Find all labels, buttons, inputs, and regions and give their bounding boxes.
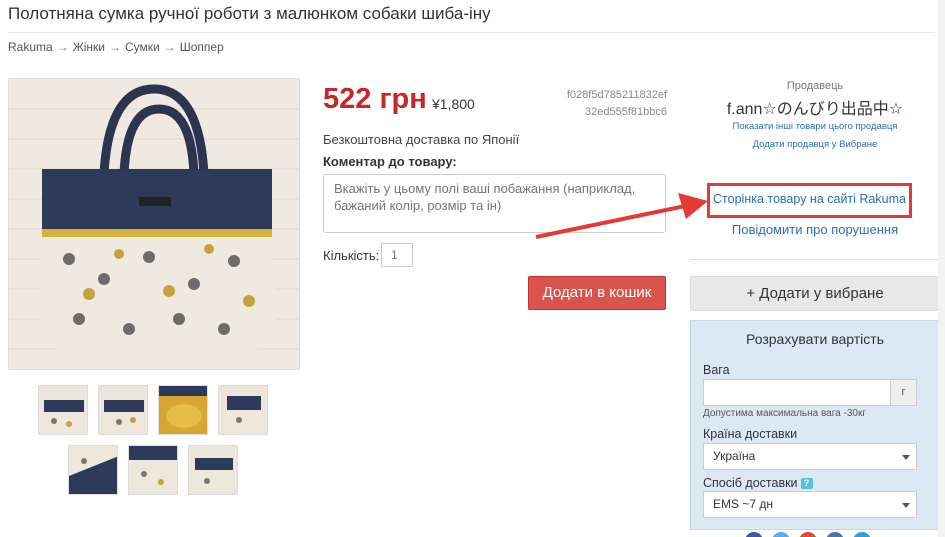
product-main-image[interactable]: [8, 78, 300, 370]
comment-label: Коментар до товару:: [323, 154, 457, 169]
breadcrumb-item-bags[interactable]: Сумки: [125, 40, 160, 54]
quantity-input[interactable]: 1: [381, 243, 413, 267]
chevron-down-icon: [902, 455, 910, 460]
thumbnail-3[interactable]: [158, 385, 208, 435]
thumbnail-2[interactable]: [98, 385, 148, 435]
delivery-method-value: EMS ~7 дн: [713, 497, 773, 511]
breadcrumb-item-shopper: Шоппер: [179, 40, 224, 54]
page-title: Полотняна сумка ручної роботи з малюнком…: [8, 4, 491, 23]
thumbnail-4[interactable]: [218, 385, 268, 435]
country-select[interactable]: Україна: [703, 443, 917, 470]
weight-unit: г: [891, 379, 917, 406]
add-to-favorites-button[interactable]: + Додати у вибране: [690, 276, 940, 311]
delivery-method-select[interactable]: EMS ~7 дн: [703, 491, 917, 518]
country-select-value: Україна: [713, 449, 756, 463]
seller-label: Продавець: [786, 80, 844, 92]
breadcrumb-separator: →: [109, 40, 122, 54]
delivery-method-label-row: Спосіб доставки?: [703, 476, 813, 490]
red-arrow-annotation: [535, 193, 708, 239]
weight-hint: Допустима максимальна вага -30кг: [703, 408, 866, 419]
shipping-info: Безкоштовна доставка по Японії: [323, 132, 520, 147]
add-seller-favorite-link[interactable]: Додати продавця у Вибране: [690, 139, 940, 150]
breadcrumb-separator: →: [163, 40, 176, 54]
report-violation-link[interactable]: Повідомити про порушення: [690, 222, 940, 237]
seller-other-items-link[interactable]: Показати інші товари цього продавця: [690, 121, 940, 132]
thumbnail-1[interactable]: [38, 385, 88, 435]
vk-icon[interactable]: [826, 532, 844, 537]
breadcrumb-item-rakuma[interactable]: Rakuma: [8, 40, 53, 54]
breadcrumb-item-women[interactable]: Жінки: [73, 40, 105, 54]
price-yen: ¥1,800: [432, 96, 475, 112]
google-icon[interactable]: [799, 532, 817, 537]
product-code-line2: 32ed555f81bbc6: [585, 106, 667, 118]
product-code-line1: f028f5d785211832ef: [566, 89, 667, 101]
thumbnail-7[interactable]: [188, 445, 238, 495]
quantity-label: Кількість:: [323, 248, 380, 263]
price: 522 грн: [323, 83, 427, 115]
rakuma-page-link[interactable]: Сторінка товару на сайті Rakuma: [707, 192, 912, 206]
seller-name[interactable]: f.ann☆のんびり出品中☆: [690, 95, 940, 119]
add-to-cart-button[interactable]: Додати в кошик: [528, 276, 666, 310]
thumbnail-5[interactable]: [68, 445, 118, 495]
divider: [690, 259, 940, 260]
breadcrumb-separator: →: [56, 40, 69, 54]
country-label: Країна доставки: [703, 427, 798, 441]
divider: [8, 32, 935, 33]
product-code: f028f5d785211832ef 32ed555f81bbc6: [560, 87, 667, 121]
facebook-icon[interactable]: [745, 532, 763, 537]
weight-input[interactable]: [703, 379, 891, 406]
weight-label: Вага: [703, 363, 730, 377]
thumbnail-6[interactable]: [128, 445, 178, 495]
calculator-title: Розрахувати вартість: [746, 331, 884, 347]
telegram-icon[interactable]: [853, 532, 871, 537]
chevron-down-icon: [902, 503, 910, 508]
page-edge: [938, 0, 945, 537]
help-icon[interactable]: ?: [800, 478, 813, 489]
delivery-method-label: Спосіб доставки: [703, 476, 798, 490]
twitter-icon[interactable]: [772, 532, 790, 537]
breadcrumb: Rakuma → Жінки → Сумки → Шоппер: [8, 40, 224, 54]
